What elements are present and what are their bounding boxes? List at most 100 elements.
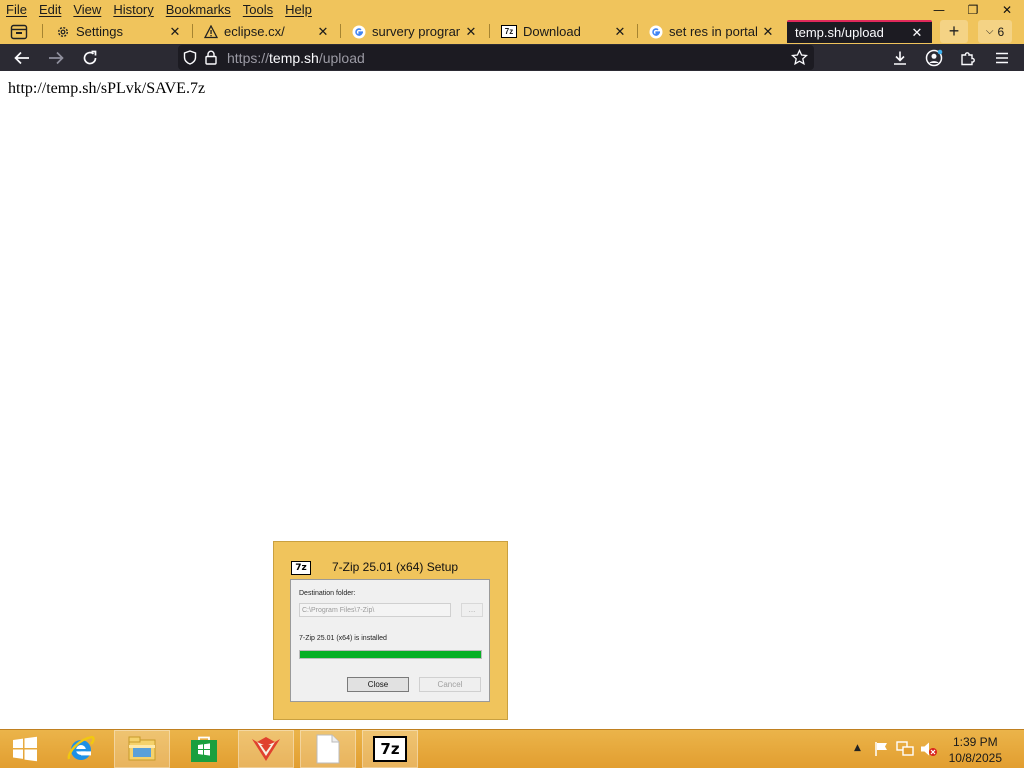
tab-label: survery program <box>372 24 460 39</box>
taskbar-7zip-setup[interactable]: 7z <box>362 730 418 768</box>
google-icon <box>649 25 663 39</box>
hamburger-menu-icon <box>996 52 1008 63</box>
page-content-link-text[interactable]: http://temp.sh/sPLvk/SAVE.7z <box>8 80 205 98</box>
system-tray: ▲ 1:39 PM 10/8/2025 <box>854 730 1024 768</box>
navigation-toolbar: https://temp.sh/upload <box>0 44 1024 71</box>
minimize-icon: — <box>933 2 945 17</box>
tab-bar: Settings ✕ eclipse.cx/ ✕ survery program… <box>0 19 1024 44</box>
plus-icon: + <box>948 21 960 41</box>
close-tab-icon[interactable]: ✕ <box>910 25 924 41</box>
clock-date: 10/8/2025 <box>948 751 1002 765</box>
menu-history[interactable]: History <box>107 2 159 17</box>
lock-icon <box>205 50 217 65</box>
close-tab-icon[interactable]: ✕ <box>316 24 330 40</box>
menu-tools[interactable]: Tools <box>237 2 279 17</box>
windows-logo-icon <box>13 736 37 762</box>
taskbar-file-explorer[interactable] <box>114 730 170 768</box>
tab-label: eclipse.cx/ <box>224 24 285 39</box>
close-button[interactable]: Close <box>347 677 409 692</box>
tab-count: 6 <box>997 24 1005 39</box>
progress-fill <box>300 651 481 658</box>
taskbar-notepad[interactable] <box>300 730 356 768</box>
tab-separator <box>637 24 638 38</box>
store-icon <box>191 736 217 762</box>
forward-arrow-icon <box>49 51 64 64</box>
close-icon: ✕ <box>1001 2 1013 17</box>
7zip-icon: 7z <box>373 736 407 762</box>
tab-separator <box>192 24 193 38</box>
back-button[interactable] <box>8 44 36 71</box>
7zip-icon: 7z <box>501 25 517 38</box>
taskbar-store[interactable] <box>176 730 232 768</box>
url-bar[interactable]: https://temp.sh/upload <box>178 45 814 70</box>
taskbar-internet-explorer[interactable] <box>53 730 109 768</box>
close-tab-icon[interactable]: ✕ <box>168 24 182 40</box>
tab-download[interactable]: 7z Download ✕ <box>493 20 635 43</box>
puzzle-icon <box>961 51 975 65</box>
7zip-icon: 7z <box>291 561 311 575</box>
menu-file[interactable]: File <box>0 2 33 17</box>
restore-icon: ❐ <box>967 2 979 17</box>
network-icon[interactable] <box>896 741 914 757</box>
firefox-view-icon <box>10 24 28 39</box>
window-controls: — ❐ ✕ <box>922 0 1024 19</box>
cancel-button: Cancel <box>419 677 481 692</box>
menu-view[interactable]: View <box>67 2 107 17</box>
new-tab-button[interactable]: + <box>940 20 968 43</box>
tab-separator <box>340 24 341 38</box>
firefox-icon <box>252 737 280 761</box>
url-host: temp.sh <box>269 50 319 66</box>
tab-survery-program[interactable]: survery program ✕ <box>344 20 486 43</box>
show-hidden-icons-icon[interactable]: ▲ <box>854 743 861 753</box>
dialog-title: 7-Zip 25.01 (x64) Setup <box>332 560 459 574</box>
menu-edit[interactable]: Edit <box>33 2 67 17</box>
forward-button[interactable] <box>42 44 70 71</box>
tab-eclipse[interactable]: eclipse.cx/ ✕ <box>196 20 338 43</box>
setup-dialog: 7z 7-Zip 25.01 (x64) Setup Destination f… <box>273 541 508 720</box>
browse-button: ... <box>461 603 483 617</box>
taskbar: 7z ▲ 1:39 PM 10/8/2025 <box>0 729 1024 768</box>
close-window-button[interactable]: ✕ <box>990 0 1024 19</box>
tab-label: temp.sh/upload <box>795 25 884 40</box>
bookmark-star-icon[interactable] <box>791 49 808 66</box>
firefox-view-button[interactable] <box>4 20 36 43</box>
folder-icon <box>128 736 156 761</box>
restore-button[interactable]: ❐ <box>956 0 990 19</box>
shield-icon <box>183 50 197 65</box>
download-icon <box>894 51 906 65</box>
volume-muted-icon[interactable] <box>920 741 938 757</box>
start-button[interactable] <box>0 730 50 768</box>
dialog-body: Destination folder: C:\Program Files\7-Z… <box>290 579 490 702</box>
destination-path-field: C:\Program Files\7-Zip\ <box>299 603 451 617</box>
reload-button[interactable] <box>76 44 104 71</box>
google-icon <box>352 25 366 39</box>
tab-temp-sh-upload[interactable]: temp.sh/upload ✕ <box>787 20 932 43</box>
close-tab-icon[interactable]: ✕ <box>613 24 627 40</box>
extensions-button[interactable] <box>954 44 982 71</box>
url-path: /upload <box>318 50 365 66</box>
url-scheme: https:// <box>227 50 270 66</box>
clock[interactable]: 1:39 PM 10/8/2025 <box>949 734 1002 766</box>
menu-help[interactable]: Help <box>279 2 318 17</box>
tab-separator <box>42 24 43 38</box>
account-button[interactable] <box>920 44 948 71</box>
title-bar: File Edit View History Bookmarks Tools H… <box>0 0 1024 19</box>
list-all-tabs-button[interactable]: ⌵ 6 <box>978 20 1012 43</box>
downloads-button[interactable] <box>886 44 914 71</box>
back-arrow-icon <box>14 51 29 64</box>
close-tab-icon[interactable]: ✕ <box>761 24 775 40</box>
internet-explorer-icon <box>67 735 95 760</box>
close-tab-icon[interactable]: ✕ <box>464 24 478 40</box>
app-menu-button[interactable] <box>988 44 1016 71</box>
taskbar-firefox[interactable] <box>238 730 294 768</box>
tab-set-res[interactable]: set res in portal u ✕ <box>641 20 783 43</box>
minimize-button[interactable]: — <box>922 0 956 19</box>
action-center-flag-icon[interactable] <box>874 741 890 757</box>
install-status-text: 7-Zip 25.01 (x64) is installed <box>299 635 387 642</box>
install-progress-bar <box>299 650 482 659</box>
tab-settings[interactable]: Settings ✕ <box>48 20 190 43</box>
menu-bookmarks[interactable]: Bookmarks <box>160 2 237 17</box>
tab-label: Settings <box>76 24 123 39</box>
reload-icon <box>83 50 97 64</box>
clock-time: 1:39 PM <box>952 735 998 749</box>
